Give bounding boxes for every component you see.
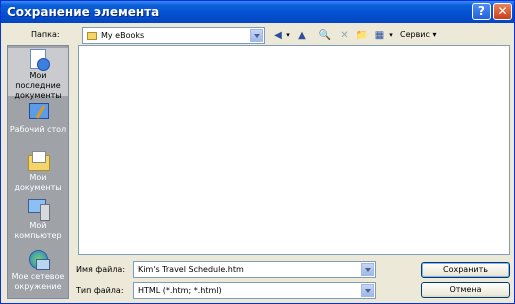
delete-icon[interactable]: ✕ (338, 28, 351, 43)
back-icon[interactable]: ◀ (272, 28, 284, 43)
close-button[interactable]: ✕ (493, 3, 512, 20)
chevron-down-icon[interactable] (250, 29, 263, 42)
network-places-icon (26, 249, 50, 271)
new-folder-icon[interactable]: 📁 (355, 28, 369, 43)
look-in-value: My eBooks (101, 31, 145, 40)
service-menu[interactable]: Сервис ▾ (400, 30, 436, 39)
desktop-icon (26, 102, 50, 124)
place-label: Рабочий стол (9, 125, 67, 134)
look-in-dropdown[interactable]: My eBooks (82, 27, 265, 44)
file-name-field[interactable]: Kim's Travel Schedule.htm (133, 261, 376, 278)
file-list[interactable] (78, 45, 510, 255)
place-my-computer[interactable]: Мой компьютер (8, 198, 68, 244)
views-dropdown-icon[interactable]: ▾ (388, 28, 394, 43)
place-desktop[interactable]: Рабочий стол (8, 102, 68, 142)
chevron-down-icon[interactable] (361, 263, 374, 276)
up-folder-icon[interactable]: ▲ (295, 28, 309, 43)
recent-documents-icon (26, 48, 50, 71)
places-bar: Мои последние документы Рабочий стол Мои… (7, 45, 69, 299)
place-label: Мой компьютер (14, 221, 62, 240)
file-type-dropdown[interactable]: HTML (*.htm; *.html) (133, 282, 376, 299)
save-dialog: Сохранение элемента ? ✕ Папка: My eBooks… (0, 0, 515, 304)
place-label: Мое сетевое окружение (11, 272, 65, 291)
views-icon[interactable]: ▦ (373, 28, 386, 43)
my-computer-icon (26, 198, 50, 221)
file-type-label: Тип файла: (76, 286, 124, 295)
file-type-value: HTML (*.htm; *.html) (138, 286, 222, 295)
place-my-documents[interactable]: Мои документы (8, 150, 68, 196)
folder-icon (87, 32, 97, 40)
chevron-down-icon[interactable] (361, 284, 374, 297)
dialog-title: Сохранение элемента (7, 5, 160, 19)
place-label: Мои документы (14, 173, 62, 192)
file-name-label: Имя файла: (76, 265, 126, 274)
look-in-label: Папка: (31, 30, 60, 39)
place-label: Мои последние документы (14, 71, 62, 100)
title-bar[interactable]: Сохранение элемента ? ✕ (1, 1, 514, 23)
help-button[interactable]: ? (472, 3, 491, 20)
save-button[interactable]: Сохранить (421, 262, 510, 278)
back-dropdown-icon[interactable]: ▾ (285, 28, 291, 43)
my-documents-icon (26, 150, 50, 172)
search-web-icon[interactable]: 🔍 (318, 28, 332, 43)
file-name-value: Kim's Travel Schedule.htm (138, 265, 244, 274)
place-network[interactable]: Мое сетевое окружение (8, 249, 68, 297)
place-recent-documents[interactable]: Мои последние документы (8, 48, 68, 100)
cancel-button[interactable]: Отмена (421, 282, 510, 298)
